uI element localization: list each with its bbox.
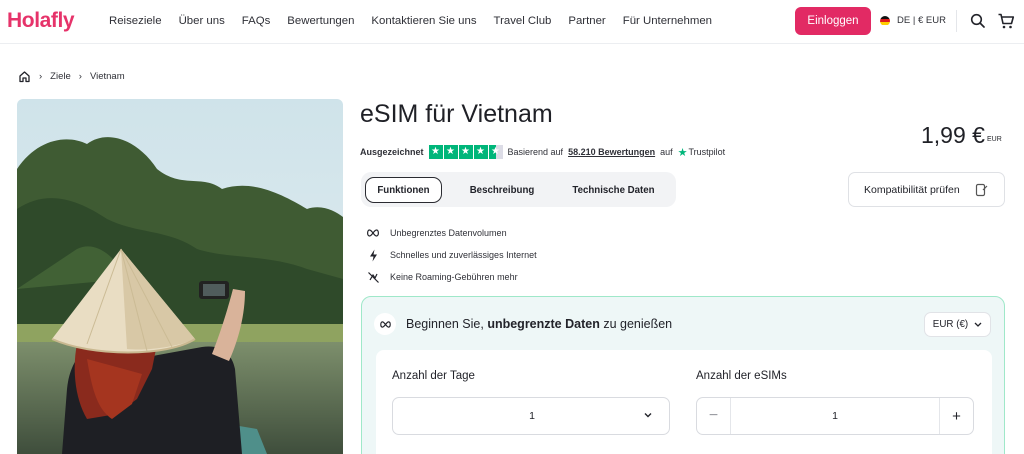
currency-value: EUR (€)	[932, 319, 969, 330]
rating-stars: ★ ★ ★ ★ ★	[428, 145, 503, 159]
headline-suffix: zu genießen	[603, 317, 673, 331]
locale-selector[interactable]: DE | € EUR	[880, 15, 946, 26]
destination-hero-image	[17, 99, 343, 454]
breadcrumb: › Ziele › Vietnam	[18, 70, 125, 83]
german-flag-icon	[880, 15, 890, 26]
compat-label: Kompatibilität prüfen	[864, 183, 960, 196]
decrement-button[interactable]: −	[697, 398, 731, 434]
tab-beschreibung[interactable]: Beschreibung	[452, 177, 552, 203]
nav-reiseziele[interactable]: Reiseziele	[109, 15, 162, 27]
chevron-down-icon	[974, 322, 982, 327]
days-label: Anzahl der Tage	[392, 370, 475, 382]
header-divider	[956, 10, 957, 32]
nav-bewertungen[interactable]: Bewertungen	[287, 15, 354, 27]
rating-review-count[interactable]: 58.210 Bewertungen	[568, 147, 655, 157]
plan-headline: Beginnen Sie, unbegrenzte Daten zu genie…	[374, 313, 672, 335]
feature-text: Keine Roaming-Gebühren mehr	[390, 272, 518, 282]
nav-faqs[interactable]: FAQs	[242, 15, 270, 27]
plan-options: Anzahl der Tage Anzahl der eSIMs 1 − 1 +	[376, 350, 992, 454]
trustpilot-label: Trustpilot	[688, 147, 726, 157]
breadcrumb-separator-icon: ›	[78, 71, 82, 82]
headline-prefix: Beginnen Sie,	[406, 317, 484, 331]
locale-label: DE | € EUR	[897, 15, 946, 26]
plan-configurator: Beginnen Sie, unbegrenzte Daten zu genie…	[361, 296, 1005, 454]
esims-quantity-stepper: − 1 +	[696, 397, 974, 435]
breadcrumb-ziele[interactable]: Ziele	[50, 71, 71, 82]
compatibility-check-button[interactable]: Kompatibilität prüfen	[848, 172, 1005, 207]
days-select[interactable]: 1	[392, 397, 670, 435]
breadcrumb-separator-icon: ›	[39, 71, 43, 82]
holafly-logo[interactable]: Holafly	[7, 9, 75, 33]
infinity-icon	[366, 229, 380, 237]
feature-text: Unbegrenztes Datenvolumen	[390, 228, 507, 238]
nav-partner[interactable]: Partner	[568, 15, 605, 27]
star-icon: ★	[458, 145, 473, 159]
nav-kontakt[interactable]: Kontaktieren Sie uns	[371, 15, 476, 27]
breadcrumb-vietnam: Vietnam	[89, 71, 125, 82]
login-button[interactable]: Einloggen	[795, 7, 871, 35]
price-currency: EUR	[987, 136, 1002, 143]
headline-bold: unbegrenzte Daten	[487, 317, 600, 331]
star-icon: ★	[428, 145, 443, 159]
rating-on: auf	[660, 147, 673, 157]
trustpilot-star-icon: ★	[677, 146, 688, 159]
days-value: 1	[529, 410, 535, 422]
product-tabs: Funktionen Beschreibung Technische Daten	[361, 172, 676, 207]
no-roaming-icon	[366, 271, 380, 284]
feature-list: Unbegrenztes Datenvolumen Schnelles und …	[366, 222, 537, 288]
product-title: eSIM für Vietnam	[360, 100, 553, 128]
phone-check-icon	[975, 183, 988, 197]
esims-value[interactable]: 1	[731, 410, 939, 422]
rating-label: Ausgezeichnet	[360, 147, 424, 157]
site-header: Holafly Reiseziele Über uns FAQs Bewertu…	[0, 0, 1024, 44]
increment-button[interactable]: +	[939, 398, 973, 434]
chevron-down-icon	[644, 413, 652, 418]
half-star-icon: ★	[488, 145, 503, 159]
currency-select[interactable]: EUR (€)	[924, 312, 991, 337]
nav-ueber-uns[interactable]: Über uns	[179, 15, 225, 27]
product-price: 1,99 €	[921, 122, 985, 148]
rating-based-on: Basierend auf	[507, 147, 564, 157]
main-nav: Reiseziele Über uns FAQs Bewertungen Kon…	[109, 15, 712, 27]
cart-icon[interactable]	[997, 12, 1015, 30]
nav-travel-club[interactable]: Travel Club	[494, 15, 552, 27]
home-icon[interactable]	[18, 70, 31, 83]
lightning-icon	[366, 249, 380, 262]
tab-funktionen[interactable]: Funktionen	[365, 177, 442, 203]
star-icon: ★	[473, 145, 488, 159]
star-icon: ★	[443, 145, 458, 159]
esims-label: Anzahl der eSIMs	[696, 370, 787, 382]
infinity-icon	[374, 313, 396, 335]
search-icon[interactable]	[969, 12, 987, 30]
feature-text: Schnelles und zuverlässiges Internet	[390, 250, 537, 260]
feature-item: Schnelles und zuverlässiges Internet	[366, 244, 537, 266]
feature-item: Keine Roaming-Gebühren mehr	[366, 266, 537, 288]
feature-item: Unbegrenztes Datenvolumen	[366, 222, 537, 244]
trustpilot-rating[interactable]: Ausgezeichnet ★ ★ ★ ★ ★ Basierend auf 58…	[360, 145, 725, 159]
nav-unternehmen[interactable]: Für Unternehmen	[623, 15, 712, 27]
tab-technische-daten[interactable]: Technische Daten	[556, 177, 671, 203]
